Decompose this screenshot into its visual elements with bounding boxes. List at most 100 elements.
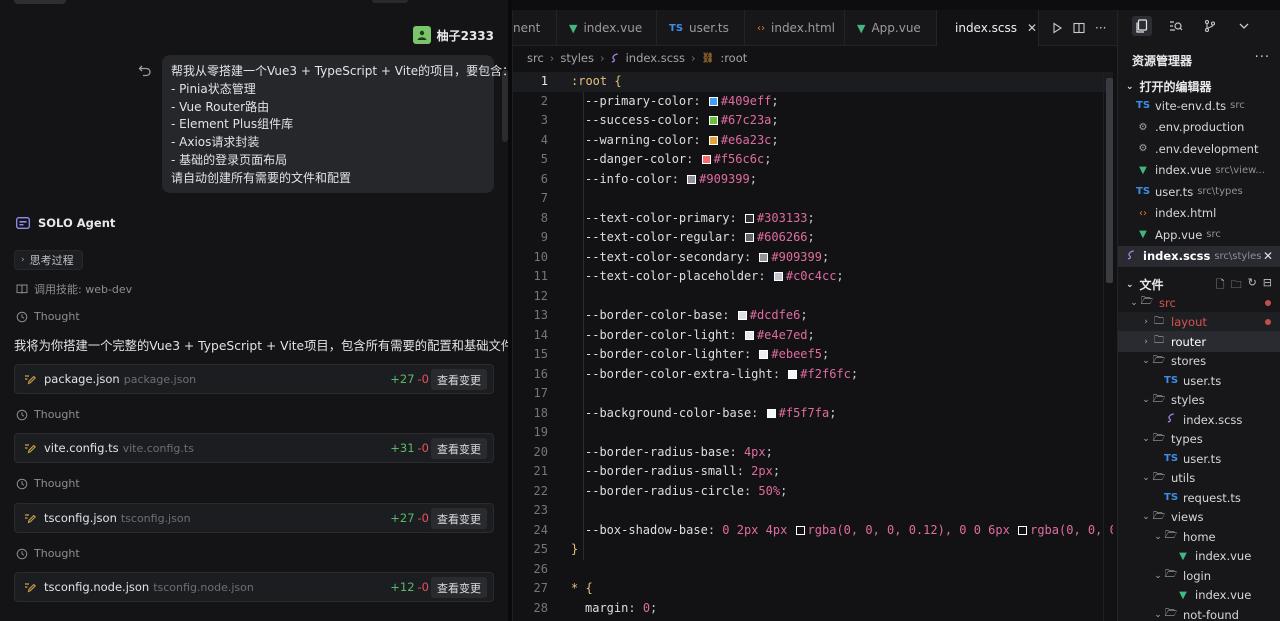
view-changes-button[interactable]: 查看变更 <box>431 508 487 529</box>
tree-folder-home[interactable]: ⌄ 🗁 home <box>1118 526 1280 547</box>
thought-row[interactable]: Thought <box>16 547 80 560</box>
color-swatch[interactable] <box>773 272 783 281</box>
open-editor-name: .env.production <box>1155 120 1245 134</box>
thought-row[interactable]: Thought <box>16 408 80 421</box>
color-swatch[interactable] <box>737 311 747 320</box>
line-number: 15 <box>533 347 548 361</box>
close-icon[interactable]: ✕ <box>1263 249 1273 263</box>
explorer-icon[interactable] <box>1132 16 1152 36</box>
editor-scrollbar[interactable] <box>1106 78 1113 283</box>
tab-index-scss[interactable]: index.scss ✕ <box>937 10 1039 46</box>
file-change-card[interactable]: vite.config.ts vite.config.ts +31 -0 查看变更 <box>14 433 494 463</box>
message-line: 请自动创建所有需要的文件和配置 <box>171 170 352 185</box>
tab-index-html[interactable]: ‹› index.html <box>745 10 845 46</box>
more-icon[interactable]: ··· <box>1095 21 1106 35</box>
css-variable: --border-radius-circle <box>585 483 744 498</box>
thought-row[interactable]: Thought <box>16 310 80 323</box>
breadcrumb-item[interactable]: :root <box>720 51 747 65</box>
view-changes-button[interactable]: 查看变更 <box>431 369 487 390</box>
tree-folder-utils[interactable]: ⌄ 🗁 utils <box>1118 468 1280 489</box>
tab-app-vue[interactable]: ▼ App.vue <box>845 10 937 46</box>
tree-folder-not-found[interactable]: ⌄ 🗁 not-found <box>1118 604 1280 621</box>
tab-user-ts[interactable]: TS user.ts <box>657 10 745 46</box>
tree-folder-stores[interactable]: ⌄ 🗁 stores <box>1118 351 1280 372</box>
breadcrumb-item[interactable]: src <box>527 51 544 65</box>
explorer-title: 资源管理器 <box>1132 54 1193 68</box>
tab-index-vue[interactable]: ▼ index.vue <box>557 10 657 46</box>
breadcrumb-item[interactable]: index.scss <box>626 51 685 65</box>
run-icon[interactable] <box>1051 21 1063 34</box>
tree-folder-layout[interactable]: › 🗀 layout <box>1118 311 1280 333</box>
tree-file[interactable]: ▼ index.vue <box>1118 546 1280 567</box>
sidebar-activity-bar <box>1118 10 1280 42</box>
tree-folder-types[interactable]: ⌄ 🗁 types <box>1118 429 1280 450</box>
files-header[interactable]: ⌄ 文件 <box>1126 276 1164 293</box>
tree-file[interactable]: TS user.ts <box>1118 370 1280 391</box>
more-icon[interactable]: ··· <box>1255 50 1270 65</box>
color-swatch[interactable] <box>788 369 798 379</box>
tree-folder-src[interactable]: ⌄ 🗁 src <box>1118 292 1280 313</box>
view-changes-button[interactable]: 查看变更 <box>431 577 487 598</box>
open-editor-item[interactable]: ‹› index.html <box>1118 203 1280 224</box>
gear-icon: ⚙ <box>1138 121 1148 133</box>
think-process-toggle[interactable]: › 思考过程 <box>14 250 83 270</box>
file-change-card[interactable]: package.json package.json +27 -0 查看变更 <box>14 364 494 394</box>
color-swatch[interactable] <box>759 252 769 262</box>
tree-folder-login[interactable]: ⌄ 🗁 login <box>1118 565 1280 586</box>
css-variable: --border-radius-base <box>585 444 730 459</box>
clock-icon <box>16 548 28 559</box>
color-swatch[interactable] <box>708 135 718 145</box>
tree-item-label: layout <box>1171 315 1207 329</box>
tab-component[interactable]: nent <box>513 10 557 46</box>
file-change-card[interactable]: tsconfig.json tsconfig.json +27 -0 查看变更 <box>14 503 494 533</box>
color-swatch[interactable] <box>708 116 718 125</box>
tree-file[interactable]: ▼ index.vue <box>1118 585 1280 606</box>
css-value: 50% <box>758 483 781 498</box>
vue-icon: ▼ <box>1139 164 1147 176</box>
tree-folder-router[interactable]: › 🗀 router <box>1118 331 1280 352</box>
color-swatch[interactable] <box>701 155 711 164</box>
undo-icon[interactable] <box>138 63 152 77</box>
open-editor-item[interactable]: ⚙ .env.development <box>1118 138 1280 159</box>
color-swatch[interactable] <box>766 408 776 418</box>
color-swatch[interactable] <box>744 213 754 223</box>
search-icon[interactable] <box>1166 16 1186 36</box>
tab-label: index.html <box>771 21 835 35</box>
color-swatch[interactable] <box>687 174 697 184</box>
think-process-label: 思考过程 <box>29 254 74 267</box>
diff-stats: +27 -0 <box>390 372 429 386</box>
breadcrumb-item[interactable]: styles <box>560 51 594 65</box>
open-editor-item[interactable]: TS user.ts src\types <box>1118 181 1280 202</box>
css-value: #f2f6fc <box>800 366 851 381</box>
open-editor-item-active[interactable]: index.scss src\styles ✕ <box>1118 245 1280 267</box>
html-icon: ‹› <box>757 22 765 34</box>
tree-file[interactable]: TS user.ts <box>1118 448 1280 469</box>
code-line: 17 <box>513 384 1113 404</box>
open-editor-item[interactable]: TS vite-env.d.ts src <box>1118 95 1280 116</box>
scss-icon <box>1124 249 1138 263</box>
color-swatch[interactable] <box>744 330 754 340</box>
thought-row[interactable]: Thought <box>16 477 80 490</box>
tree-file[interactable]: TS request.ts <box>1118 487 1280 508</box>
tree-folder-styles[interactable]: ⌄ 🗁 styles <box>1118 390 1280 411</box>
code-area[interactable]: 1:root { 2 --primary-color: #409eff; 3 --s… <box>513 72 1113 621</box>
source-control-icon[interactable] <box>1200 16 1220 36</box>
open-editor-item[interactable]: ⚙ .env.production <box>1118 117 1280 138</box>
chevron-down-icon[interactable] <box>1234 16 1254 36</box>
file-name: package.json <box>44 372 120 386</box>
color-swatch[interactable] <box>1018 525 1028 535</box>
tree-file[interactable]: index.scss <box>1118 409 1280 430</box>
open-editor-item[interactable]: ▼ index.vue src\view... <box>1118 160 1280 181</box>
split-editor-icon[interactable] <box>1073 22 1085 34</box>
close-icon[interactable]: ✕ <box>1027 21 1037 35</box>
file-change-card[interactable]: tsconfig.node.json tsconfig.node.json +1… <box>14 572 494 602</box>
code-line: 15 --border-color-lighter: #ebeef5; <box>513 345 1113 365</box>
color-swatch[interactable] <box>759 350 769 359</box>
open-editors-header[interactable]: ⌄ 打开的编辑器 <box>1126 78 1212 95</box>
open-editor-item[interactable]: ▼ App.vue src <box>1118 224 1280 245</box>
view-changes-button[interactable]: 查看变更 <box>431 438 487 459</box>
color-swatch[interactable] <box>795 525 805 535</box>
color-swatch[interactable] <box>708 96 718 106</box>
tree-folder-views[interactable]: ⌄ 🗁 views <box>1118 507 1280 528</box>
color-swatch[interactable] <box>744 233 754 242</box>
